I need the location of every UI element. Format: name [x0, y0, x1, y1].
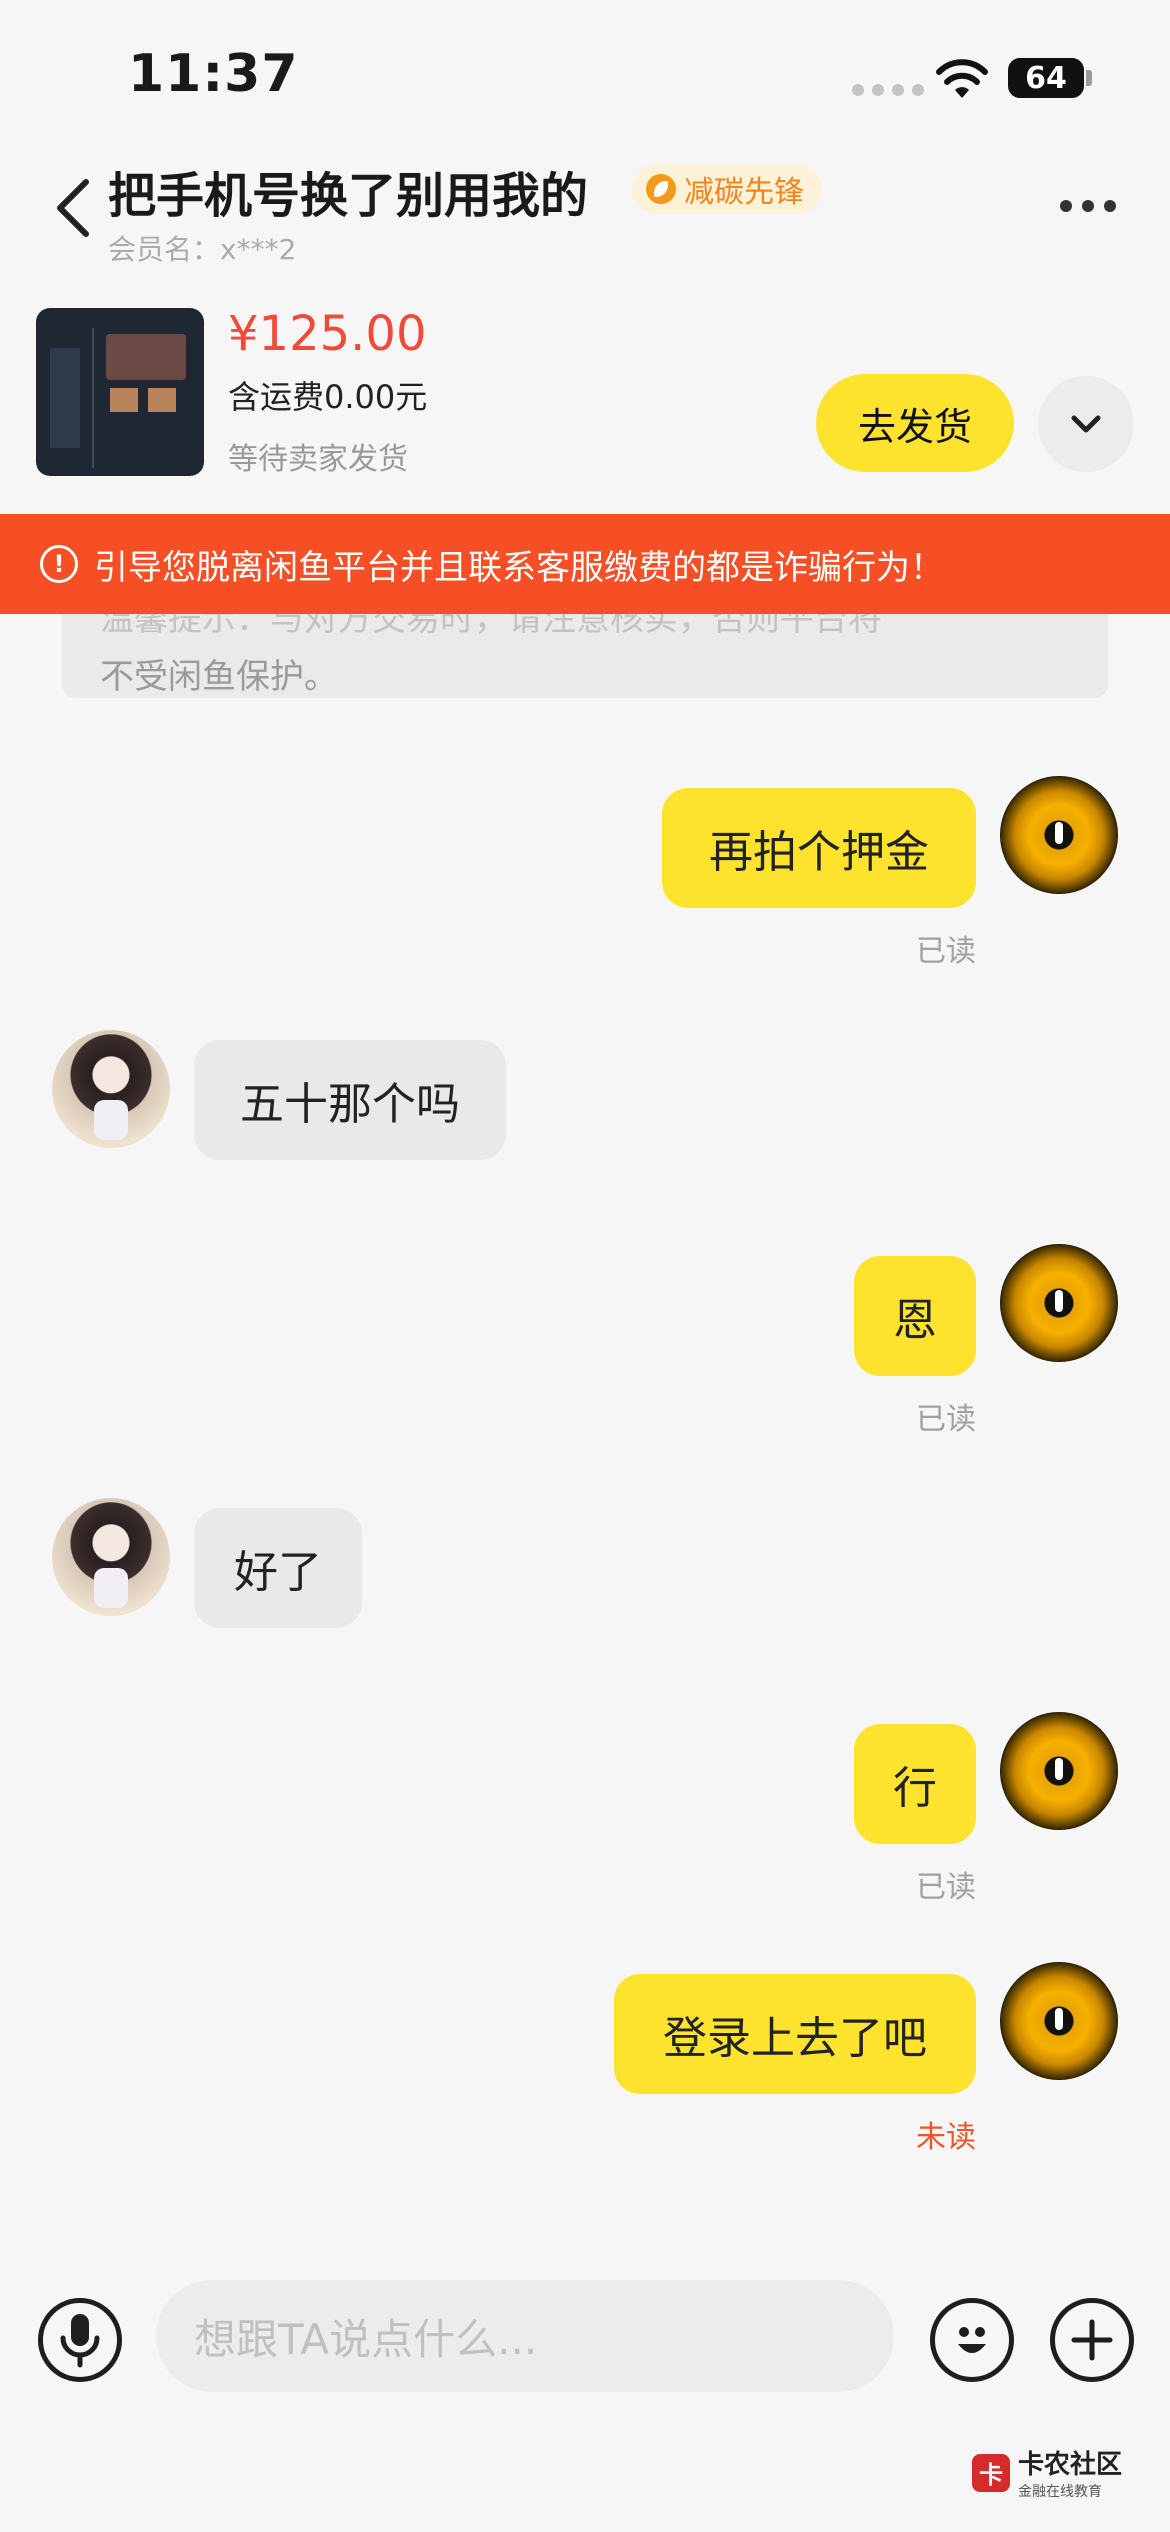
- product-thumbnail[interactable]: [36, 308, 204, 476]
- unread-status: 未读: [916, 2120, 976, 2155]
- read-status: 已读: [916, 934, 976, 969]
- message-bubble-sent[interactable]: 恩: [854, 1256, 976, 1376]
- status-bar: 11:37 64: [0, 0, 1170, 150]
- warning-text: 引导您脱离闲鱼平台并且联系客服缴费的都是诈骗行为！: [94, 547, 944, 588]
- order-status: 等待卖家发货: [228, 442, 408, 477]
- message-bubble-sent[interactable]: 行: [854, 1724, 976, 1844]
- more-actions-button[interactable]: [1050, 2298, 1134, 2382]
- watermark: 卡 卡农社区 金融在线教育: [972, 2444, 1122, 2501]
- chat-title: 把手机号换了别用我的: [108, 168, 589, 224]
- message-bubble-sent[interactable]: 登录上去了吧: [614, 1974, 976, 2094]
- status-time: 11:37: [128, 44, 299, 104]
- fraud-warning-banner: ! 引导您脱离闲鱼平台并且联系客服缴费的都是诈骗行为！: [0, 514, 1170, 614]
- cellular-signal-icon: [852, 84, 924, 96]
- read-status: 已读: [916, 1870, 976, 1905]
- contact-avatar[interactable]: [52, 1030, 170, 1148]
- more-menu-icon[interactable]: [1060, 200, 1116, 212]
- alert-icon: !: [40, 545, 78, 583]
- carbon-badge[interactable]: 减碳先锋: [632, 164, 822, 214]
- message-bubble-received[interactable]: 好了: [194, 1508, 362, 1628]
- voice-button[interactable]: [38, 2298, 122, 2382]
- badge-label: 减碳先锋: [684, 175, 804, 210]
- my-avatar[interactable]: [1000, 1244, 1118, 1362]
- battery-tip: [1086, 70, 1092, 86]
- my-avatar[interactable]: [1000, 1962, 1118, 2080]
- microphone-icon: [60, 2314, 100, 2368]
- battery-icon: 64: [1008, 58, 1084, 98]
- chevron-down-icon: [1071, 415, 1101, 433]
- watermark-title: 卡农社区: [1018, 2450, 1123, 2480]
- emoji-icon: [958, 2327, 986, 2353]
- plus-icon: [1071, 2319, 1113, 2361]
- wifi-icon: [936, 59, 988, 98]
- expand-button[interactable]: [1038, 376, 1134, 472]
- shipping-fee: 含运费0.00元: [228, 378, 428, 416]
- watermark-subtitle: 金融在线教育: [1018, 2484, 1102, 2500]
- message-input[interactable]: 想跟TA说点什么...: [156, 2280, 894, 2392]
- back-arrow-icon[interactable]: [50, 176, 98, 240]
- read-status: 已读: [916, 1402, 976, 1437]
- message-bubble-sent[interactable]: 再拍个押金: [662, 788, 976, 908]
- notice-line: 不受闲鱼保护。: [100, 657, 338, 697]
- leaf-icon: [646, 174, 676, 204]
- my-avatar[interactable]: [1000, 1712, 1118, 1830]
- my-avatar[interactable]: [1000, 776, 1118, 894]
- watermark-logo-icon: 卡: [972, 2453, 1010, 2492]
- emoji-button[interactable]: [930, 2298, 1014, 2382]
- message-bubble-received[interactable]: 五十那个吗: [194, 1040, 506, 1160]
- ship-button[interactable]: 去发货: [816, 374, 1014, 472]
- contact-avatar[interactable]: [52, 1498, 170, 1616]
- member-name: 会员名：x***2: [108, 233, 297, 266]
- product-price: ¥125.00: [228, 306, 427, 362]
